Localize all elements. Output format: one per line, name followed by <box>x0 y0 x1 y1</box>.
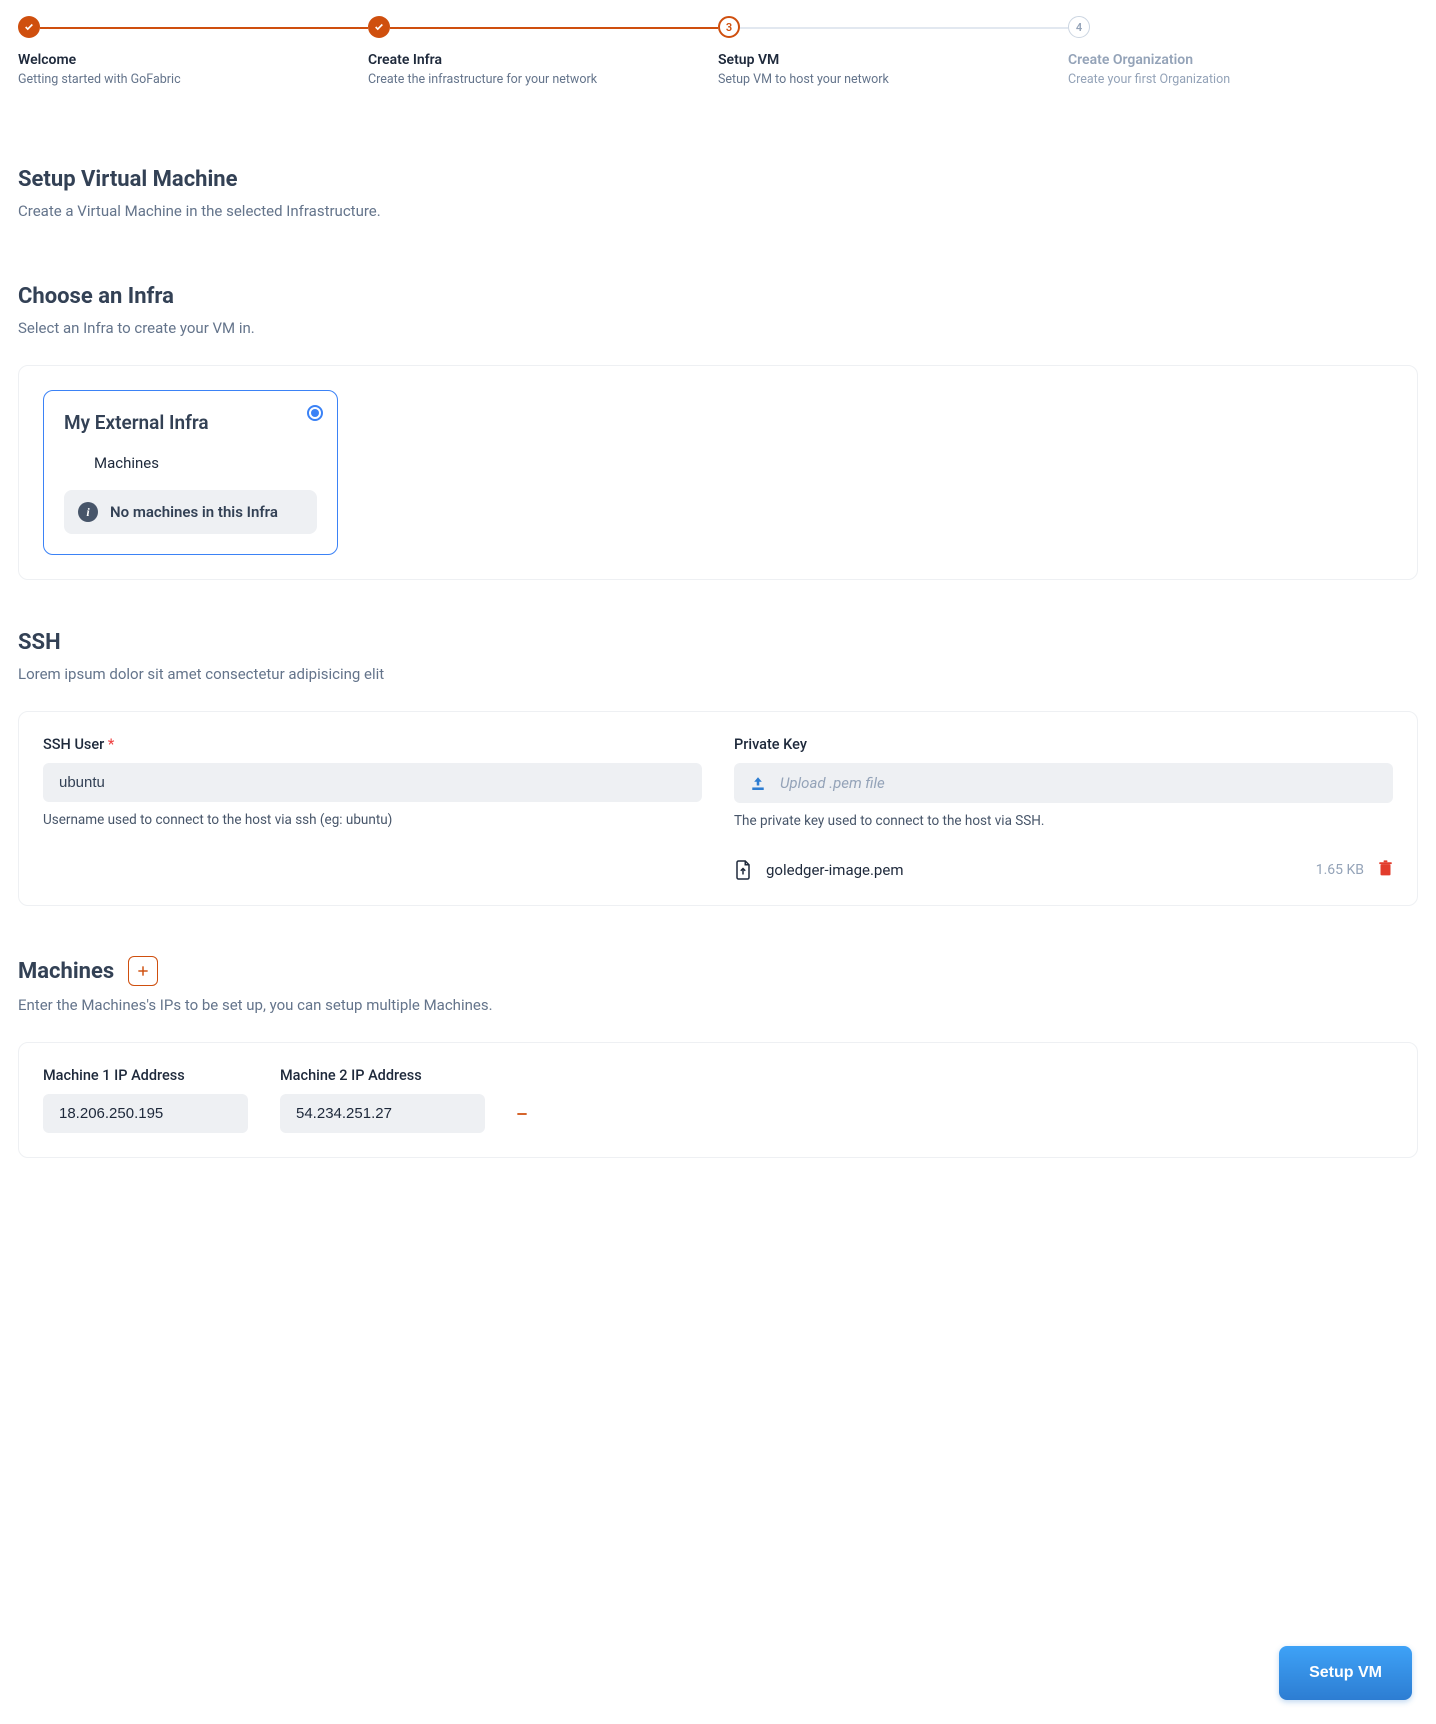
ssh-user-hint: Username used to connect to the host via… <box>43 812 702 828</box>
add-machine-button[interactable] <box>128 956 158 986</box>
step-circle-pending: 4 <box>1068 16 1090 38</box>
ssh-user-label: SSH User * <box>43 736 702 753</box>
infra-panel: My External Infra Machines i No machines… <box>18 365 1418 580</box>
step-circle-active: 3 <box>718 16 740 38</box>
step-sub: Create the infrastructure for your netwo… <box>368 72 718 87</box>
machines-sub: Enter the Machines's IPs to be set up, y… <box>18 996 1418 1014</box>
infra-machines-label: Machines <box>94 454 317 472</box>
machine-label: Machine 2 IP Address <box>280 1067 485 1084</box>
required-icon: * <box>108 736 114 753</box>
private-key-label: Private Key <box>734 736 1393 753</box>
private-key-hint: The private key used to connect to the h… <box>734 813 1393 829</box>
step-title: Setup VM <box>718 52 1068 68</box>
stepper: Welcome Getting started with GoFabric Cr… <box>18 16 1418 87</box>
machine-ip-input[interactable] <box>43 1094 274 1133</box>
step-sub: Create your first Organization <box>1068 72 1418 87</box>
page-title: Setup Virtual Machine <box>18 167 1418 192</box>
step-welcome[interactable]: Welcome Getting started with GoFabric <box>18 16 368 87</box>
delete-file-button[interactable] <box>1378 860 1393 881</box>
check-icon <box>374 22 384 32</box>
infra-card[interactable]: My External Infra Machines i No machines… <box>43 390 338 555</box>
ssh-sub: Lorem ipsum dolor sit amet consectetur a… <box>18 665 1418 683</box>
machine-ip-input[interactable] <box>280 1094 511 1133</box>
step-sub: Getting started with GoFabric <box>18 72 368 87</box>
machines-title: Machines <box>18 959 114 984</box>
ssh-title: SSH <box>18 630 1418 655</box>
upload-pem-input[interactable]: Upload .pem file <box>734 763 1393 803</box>
minus-icon <box>515 1107 529 1121</box>
no-machines-text: No machines in this Infra <box>110 503 278 521</box>
page-subtitle: Create a Virtual Machine in the selected… <box>18 202 1418 220</box>
step-title: Create Infra <box>368 52 718 68</box>
pem-file-row: goledger-image.pem 1.65 KB <box>734 859 1393 881</box>
ssh-user-field: SSH User * Username used to connect to t… <box>43 736 702 881</box>
upload-icon <box>750 776 766 790</box>
machines-panel: Machine 1 IP Address Machine 2 IP Addres… <box>18 1042 1418 1158</box>
step-circle-done <box>368 16 390 38</box>
file-arrow-icon <box>734 859 752 881</box>
remove-machine-button[interactable] <box>511 1103 533 1125</box>
machine-field: Machine 2 IP Address <box>280 1067 485 1133</box>
upload-placeholder: Upload .pem file <box>780 774 885 792</box>
pem-file-name: goledger-image.pem <box>766 861 1302 879</box>
pem-file-size: 1.65 KB <box>1316 862 1364 878</box>
check-icon <box>24 22 34 32</box>
ssh-panel: SSH User * Username used to connect to t… <box>18 711 1418 906</box>
private-key-field: Private Key Upload .pem file The private… <box>734 736 1393 881</box>
setup-vm-button[interactable]: Setup VM <box>1279 1646 1412 1700</box>
infra-name: My External Infra <box>64 411 317 434</box>
info-icon: i <box>78 502 98 522</box>
step-setup-vm[interactable]: 3 Setup VM Setup VM to host your network <box>718 16 1068 87</box>
machine-label: Machine 1 IP Address <box>43 1067 248 1084</box>
no-machines-banner: i No machines in this Infra <box>64 490 317 534</box>
choose-infra-sub: Select an Infra to create your VM in. <box>18 319 1418 337</box>
choose-infra-title: Choose an Infra <box>18 284 1418 309</box>
radio-selected-icon[interactable] <box>307 405 323 421</box>
step-create-org: 4 Create Organization Create your first … <box>1068 16 1418 87</box>
step-create-infra[interactable]: Create Infra Create the infrastructure f… <box>368 16 718 87</box>
machine-field: Machine 1 IP Address <box>43 1067 248 1133</box>
step-sub: Setup VM to host your network <box>718 72 1068 87</box>
plus-icon <box>136 964 150 978</box>
trash-icon <box>1378 860 1393 877</box>
step-title: Create Organization <box>1068 52 1418 68</box>
step-circle-done <box>18 16 40 38</box>
step-line <box>390 27 718 29</box>
step-title: Welcome <box>18 52 368 68</box>
step-line <box>740 27 1068 29</box>
step-line <box>40 27 368 29</box>
ssh-user-input[interactable] <box>43 763 702 802</box>
